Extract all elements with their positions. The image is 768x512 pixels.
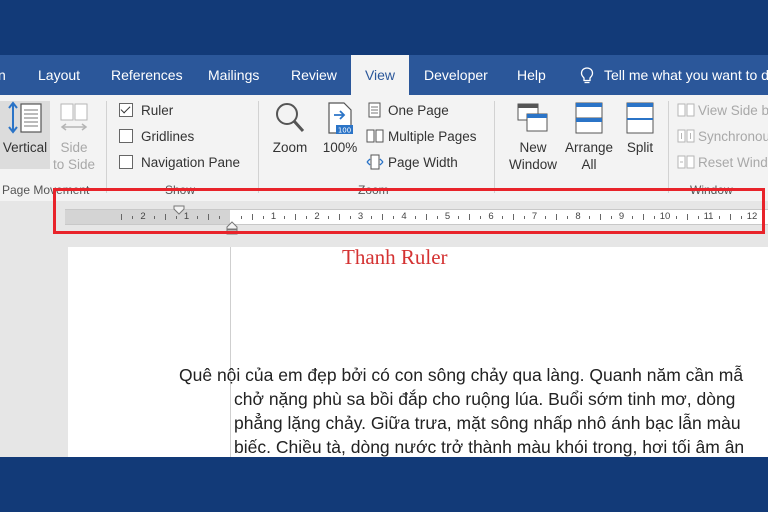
new-window-icon (517, 103, 548, 132)
arrange-all-label-1: Arrange (564, 140, 614, 155)
zoom-100-badge: 100 (338, 127, 351, 135)
new-window-label-1: New (519, 140, 547, 155)
arrange-all-button[interactable]: Arrange All (562, 101, 616, 173)
ribbon-view: Vertical Side to Side Page Movement Rule… (0, 95, 768, 202)
tab-references[interactable]: References (111, 55, 183, 95)
navigation-pane-checkbox[interactable]: Navigation Pane (119, 153, 240, 173)
navigation-pane-label: Navigation Pane (141, 155, 241, 170)
tab-layout[interactable]: Layout (38, 55, 80, 95)
zoom-100-button[interactable]: 100 100% (318, 101, 362, 156)
reset-window-icon (677, 155, 695, 169)
group-separator (258, 101, 259, 193)
reset-window-position-button[interactable]: Reset Wind (677, 153, 768, 173)
vertical-label: Vertical (2, 140, 48, 155)
paragraph-line-1[interactable]: Quê nội của em đẹp bởi có con sông chảy … (179, 363, 743, 387)
group-separator (106, 101, 107, 193)
reset-window-label: Reset Wind (698, 155, 768, 170)
lightbulb-icon (580, 67, 594, 84)
arrange-all-icon (575, 102, 603, 134)
ruler-highlight-box (53, 188, 765, 234)
magnifier-icon (276, 103, 305, 133)
split-button[interactable]: Split (618, 101, 662, 156)
zoom-100-label: 100% (322, 140, 358, 155)
new-window-button[interactable]: New Window (504, 101, 562, 173)
ruler-label: Ruler (141, 103, 174, 118)
ruler-check-box[interactable] (119, 103, 133, 117)
vertical-scroll-icon (8, 101, 42, 134)
tab-review[interactable]: Review (291, 55, 337, 95)
paragraph-line-4[interactable]: biếc. Chiều tà, dòng nước trở thành màu … (234, 435, 744, 457)
synchronous-scrolling-icon (677, 129, 695, 143)
synchronous-scrolling-button[interactable]: Synchronou (677, 127, 768, 147)
tab-mailings[interactable]: Mailings (208, 55, 259, 95)
new-window-label-2: Window (508, 157, 557, 172)
paragraph-line-2[interactable]: chở nặng phù sa bồi đắp cho ruộng lúa. B… (234, 387, 735, 411)
ruler-checkbox[interactable]: Ruler (119, 101, 173, 121)
gridlines-label: Gridlines (141, 129, 195, 144)
tab-view[interactable]: View (351, 55, 409, 95)
gridlines-checkbox[interactable]: Gridlines (119, 127, 194, 147)
vertical-button[interactable]: Vertical (0, 101, 50, 169)
tab-developer[interactable]: Developer (424, 55, 488, 95)
one-page-button[interactable]: One Page (368, 101, 449, 121)
multiple-pages-icon (366, 129, 384, 143)
tell-me-search[interactable]: Tell me what you want to d (580, 55, 768, 95)
paragraph-line-3[interactable]: phẳng lặng chảy. Giữa trưa, mặt sông nhấ… (234, 411, 741, 435)
multiple-pages-button[interactable]: Multiple Pages (366, 127, 477, 147)
view-side-by-side-icon (677, 103, 695, 117)
indent-guide-line (230, 247, 231, 457)
page-width-icon (366, 154, 384, 170)
one-page-label: One Page (388, 103, 449, 118)
navigation-pane-check-box[interactable] (119, 155, 133, 169)
view-side-by-side-label: View Side b (698, 103, 768, 118)
side-to-side-button[interactable]: Side to Side (52, 101, 96, 173)
side-to-side-icon (60, 103, 88, 131)
ribbon-tab-bar: n Layout References Mailings Review View… (0, 55, 768, 95)
gridlines-check-box[interactable] (119, 129, 133, 143)
tab-help[interactable]: Help (517, 55, 546, 95)
side-to-side-label-1: Side (60, 140, 88, 155)
arrange-all-label-2: All (581, 157, 597, 172)
one-page-icon (368, 102, 381, 118)
split-label: Split (626, 140, 654, 155)
zoom-button[interactable]: Zoom (268, 101, 312, 156)
group-separator (668, 101, 669, 193)
split-icon (626, 102, 654, 134)
group-separator (494, 101, 495, 193)
synchronous-scrolling-label: Synchronou (698, 129, 768, 144)
word-window: n Layout References Mailings Review View… (0, 55, 768, 457)
multiple-pages-label: Multiple Pages (388, 129, 477, 144)
ruler-annotation-label: Thanh Ruler (342, 245, 448, 269)
page-width-button[interactable]: Page Width (366, 153, 458, 173)
zoom-label: Zoom (272, 140, 308, 155)
page-100-icon: 100 (328, 102, 353, 135)
tab-insert[interactable]: n (0, 55, 6, 95)
page-width-label: Page Width (388, 155, 458, 170)
tell-me-text: Tell me what you want to d (604, 67, 768, 83)
view-side-by-side-button[interactable]: View Side b (677, 101, 768, 121)
side-to-side-label-2: to Side (52, 157, 96, 172)
